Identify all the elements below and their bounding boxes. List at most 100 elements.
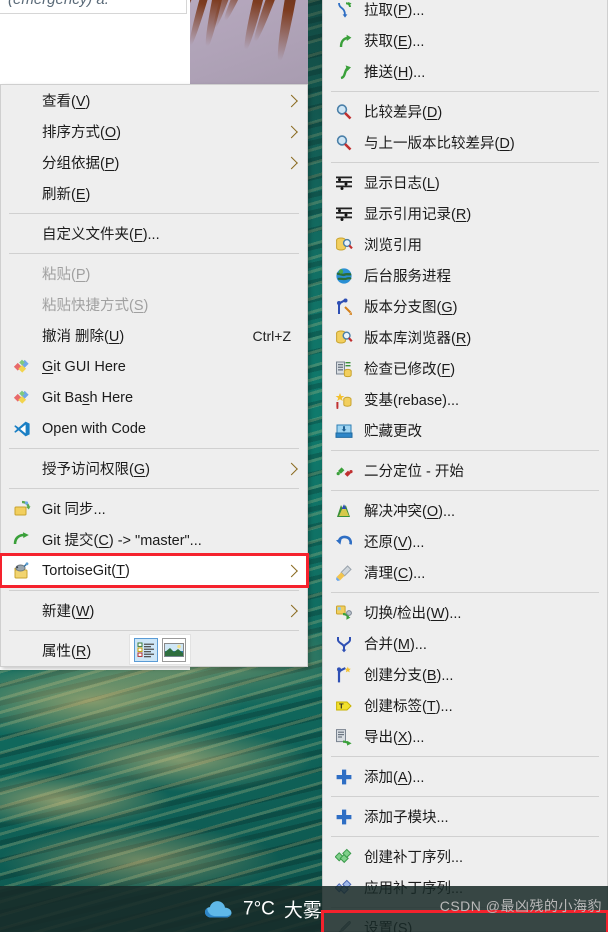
menu-item-push[interactable]: 推送(H)... (323, 56, 607, 87)
details-view-icon[interactable] (134, 637, 158, 662)
menu-item-repo-browser[interactable]: 版本库浏览器(R) (323, 322, 607, 353)
menu-separator (331, 450, 599, 451)
weather-widget[interactable]: 7°C 大雾 (204, 896, 322, 923)
menu-item-revert[interactable]: 还原(V)... (323, 526, 607, 557)
menu-item-label: 贮藏更改 (364, 424, 422, 440)
tortoisegit-submenu[interactable]: 拉取(P)... 获取(E)... 推送(H)... 比较差异(D) 与上一版本比较差异… (322, 0, 608, 932)
menu-item-resolve[interactable]: 解决冲突(O)... (323, 495, 607, 526)
add-submodule-icon (331, 807, 356, 827)
menu-item-label: 查看(V) (42, 94, 91, 110)
menu-item-create-patch[interactable]: 创建补丁序列... (323, 841, 607, 872)
menu-item-add-submodule[interactable]: 添加子模块... (323, 801, 607, 832)
menu-item-label: 版本分支图(G) (364, 300, 458, 316)
pull-icon (331, 0, 356, 20)
explorer-window-fragment: (emergency) a. (0, 0, 308, 86)
menu-item-switch-checkout[interactable]: 切换/检出(W)... (323, 597, 607, 628)
menu-item-icon-placeholder (9, 264, 34, 284)
menu-item-fetch[interactable]: 获取(E)... (323, 25, 607, 56)
menu-item-item-14[interactable]: 授予访问权限(G) (1, 453, 307, 484)
menu-item-label: Git Bash Here (42, 389, 134, 406)
menu-item-label: Git 同步... (42, 502, 106, 518)
fetch-icon (331, 31, 356, 51)
menu-item-rebase[interactable]: 变基(rebase)... (323, 384, 607, 415)
menu-item-item-7: 粘贴(P) (1, 258, 307, 289)
check-modifications-icon (331, 359, 356, 379)
menu-item-label: 合并(M)... (364, 637, 427, 653)
palm-fronds-photo (190, 0, 308, 86)
vscode-icon (9, 419, 34, 439)
menu-item-merge[interactable]: 合并(M)... (323, 628, 607, 659)
menu-item-label: 授予访问权限(G) (42, 462, 150, 478)
revision-graph-icon (331, 297, 356, 317)
revert-icon (331, 532, 356, 552)
show-log-icon (331, 173, 356, 193)
menu-item-label: 撤消 删除(U) (42, 329, 125, 345)
menu-item-tortoisegit[interactable]: TortoiseGit(T) (1, 555, 307, 586)
menu-separator (331, 490, 599, 491)
menu-item-label: 粘贴(P) (42, 267, 91, 283)
bisect-icon (331, 461, 356, 481)
menu-item-label: TortoiseGit(T) (42, 562, 130, 579)
menu-item-git-commit[interactable]: Git 提交(C) -> "master"... (1, 524, 307, 555)
menu-item-cleanup[interactable]: 清理(C)... (323, 557, 607, 588)
menu-item-item-9[interactable]: 撤消 删除(U) Ctrl+Z (1, 320, 307, 351)
menu-item-revision-graph[interactable]: 版本分支图(G) (323, 291, 607, 322)
menu-item-vscode[interactable]: Open with Code (1, 413, 307, 444)
menu-item-item-5[interactable]: 自定义文件夹(F)... (1, 218, 307, 249)
menu-item-stash[interactable]: 贮藏更改 (323, 415, 607, 446)
menu-item-item-0[interactable]: 查看(V) (1, 85, 307, 116)
menu-item-label: 解决冲突(O)... (364, 504, 456, 520)
create-patch-icon (331, 847, 356, 867)
menu-item-label: 比较差异(D) (364, 105, 443, 121)
menu-separator (9, 630, 299, 631)
menu-item-label: 新建(W) (42, 604, 95, 620)
menu-item-show-reflog[interactable]: 显示引用记录(R) (323, 198, 607, 229)
menu-item-browse-refs[interactable]: 浏览引用 (323, 229, 607, 260)
menu-item-git-gui[interactable]: Git GUI Here (1, 351, 307, 382)
menu-separator (9, 253, 299, 254)
thumbnail-view-icon[interactable] (162, 637, 186, 662)
menu-item-check-modifications[interactable]: 检查已修改(F) (323, 353, 607, 384)
menu-item-create-branch[interactable]: 创建分支(B)... (323, 659, 607, 690)
menu-item-label: 粘贴快捷方式(S) (42, 298, 149, 314)
menu-item-icon-placeholder (9, 91, 34, 111)
menu-item-git-bash[interactable]: Git Bash Here (1, 382, 307, 413)
menu-item-icon-placeholder (9, 641, 34, 661)
weather-temperature: 7°C (243, 898, 275, 919)
menu-item-item-20[interactable]: 新建(W) (1, 595, 307, 626)
menu-item-item-3[interactable]: 刷新(E) (1, 178, 307, 209)
menu-item-create-tag[interactable]: T 创建标签(T)... (323, 690, 607, 721)
menu-item-item-2[interactable]: 分组依据(P) (1, 147, 307, 178)
git-sync-icon (9, 499, 34, 519)
diff-prev-icon (331, 133, 356, 153)
menu-item-label: 二分定位 - 开始 (364, 464, 464, 480)
menu-item-label: 添加(A)... (364, 770, 425, 786)
menu-item-show-log[interactable]: 显示日志(L) (323, 167, 607, 198)
menu-item-bisect[interactable]: 二分定位 - 开始 (323, 455, 607, 486)
menu-item-export[interactable]: 导出(X)... (323, 721, 607, 752)
desktop-context-menu[interactable]: 查看(V) 排序方式(O) 分组依据(P) 刷新(E) 自定义文件夹(F)... 粘贴(P… (0, 84, 308, 667)
menu-item-label: 变基(rebase)... (364, 393, 460, 409)
menu-item-label: 创建分支(B)... (364, 668, 454, 684)
menu-item-pull[interactable]: 拉取(P)... (323, 0, 607, 25)
menu-item-label: 刷新(E) (42, 187, 91, 203)
view-mode-toggle[interactable] (129, 634, 191, 665)
menu-item-label: 拉取(P)... (364, 3, 425, 19)
menu-item-label: 还原(V)... (364, 535, 425, 551)
resolve-icon (331, 501, 356, 521)
menu-item-label: 后台服务进程 (364, 269, 451, 285)
screen: (emergency) a. 查看(V) 排序方式(O) 分组依据(P) 刷新(E) 自… (0, 0, 608, 932)
menu-item-add[interactable]: 添加(A)... (323, 761, 607, 792)
cleanup-icon (331, 563, 356, 583)
menu-item-label: 推送(H)... (364, 65, 426, 81)
menu-item-daemon[interactable]: 后台服务进程 (323, 260, 607, 291)
menu-item-git-sync[interactable]: Git 同步... (1, 493, 307, 524)
menu-item-diff[interactable]: 比较差异(D) (323, 96, 607, 127)
menu-item-label: 创建补丁序列... (364, 850, 464, 866)
csdn-watermark: CSDN @最凶残的小海豹 (439, 898, 602, 914)
menu-item-diff-prev[interactable]: 与上一版本比较差异(D) (323, 127, 607, 158)
git-bash-icon (9, 388, 34, 408)
explorer-text-field[interactable]: (emergency) a. (0, 0, 187, 14)
add-icon (331, 767, 356, 787)
menu-item-item-1[interactable]: 排序方式(O) (1, 116, 307, 147)
